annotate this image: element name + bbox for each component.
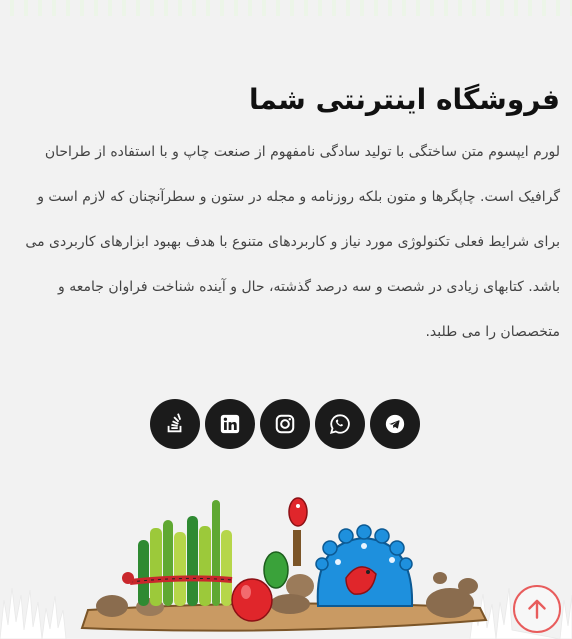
whatsapp-link[interactable] bbox=[315, 399, 365, 449]
instagram-link[interactable] bbox=[260, 399, 310, 449]
scroll-to-top-button[interactable] bbox=[513, 585, 561, 633]
store-title: فروشگاه اینترنتی شما bbox=[249, 83, 560, 116]
linkedin-link[interactable] bbox=[205, 399, 255, 449]
whatsapp-icon bbox=[329, 414, 350, 435]
store-description: لورم ایپسوم متن ساختگی با تولید سادگی نا… bbox=[25, 144, 560, 340]
social-links bbox=[150, 399, 420, 449]
store-info: فروشگاه اینترنتی شما لورم ایپسوم متن ساخ… bbox=[12, 76, 560, 355]
stackoverflow-icon bbox=[167, 413, 182, 433]
instagram-icon bbox=[275, 414, 295, 434]
linkedin-icon bbox=[220, 414, 240, 434]
stackoverflow-link[interactable] bbox=[150, 399, 200, 449]
haft-sin-illustration bbox=[0, 497, 572, 639]
telegram-icon bbox=[385, 414, 405, 434]
arrow-up-icon bbox=[528, 599, 546, 619]
telegram-link[interactable] bbox=[370, 399, 420, 449]
top-decoration bbox=[0, 0, 572, 16]
